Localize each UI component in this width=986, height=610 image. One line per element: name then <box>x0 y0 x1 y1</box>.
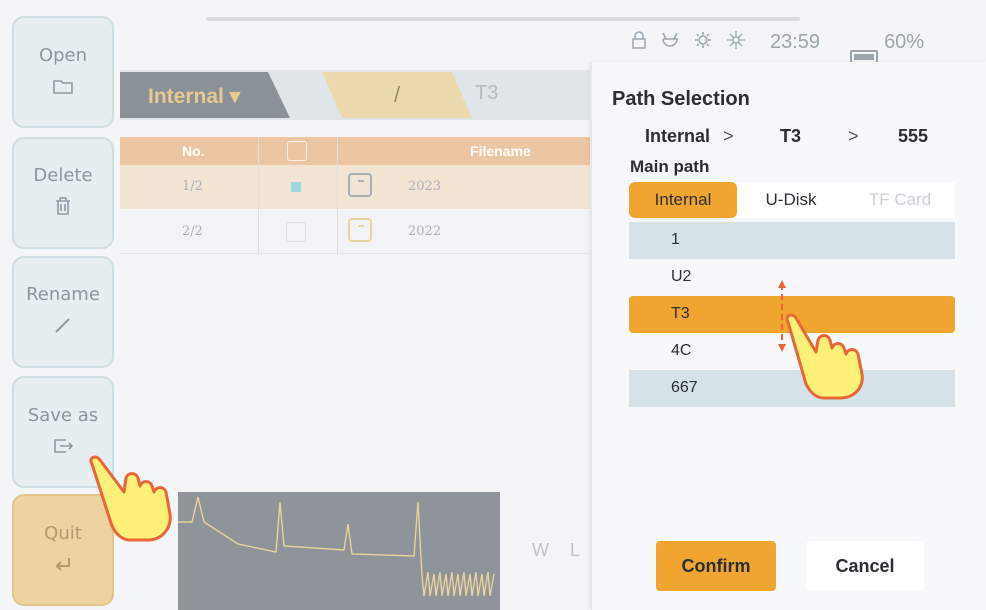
folder-icon <box>52 76 74 100</box>
path-list-item[interactable]: U2 <box>629 259 955 296</box>
col-no: No. <box>182 143 205 159</box>
device-tabs: Internal U-Disk TF Card <box>629 182 955 218</box>
save-as-label: Save as <box>27 404 99 426</box>
row-filename: 2022 <box>408 224 442 239</box>
wl-label: W L <box>532 540 589 560</box>
storage-tab-label: Internal ▾ <box>148 85 241 108</box>
pointing-hand-icon <box>80 452 180 549</box>
pointing-hand-icon <box>778 312 868 407</box>
row-checkbox[interactable] <box>286 222 306 242</box>
confirm-button[interactable]: Confirm <box>656 541 776 591</box>
table-row[interactable]: 2/2 2022 <box>120 210 590 254</box>
table-header: No. Filename <box>120 137 590 165</box>
breadcrumb-separator: > <box>848 126 859 146</box>
battery-percent: 60% <box>884 31 925 53</box>
status-bar: 23:59 60% <box>632 30 925 64</box>
settings-icon <box>694 31 712 54</box>
path-list-item[interactable]: 1 <box>629 222 955 259</box>
open-label: Open <box>38 44 88 66</box>
breadcrumb-item[interactable]: T3 <box>780 126 801 147</box>
breadcrumb: Internal > T3 > 555 <box>592 126 986 150</box>
column-divider <box>258 137 259 255</box>
breadcrumb-separator: > <box>723 126 734 146</box>
cancel-button[interactable]: Cancel <box>806 541 924 591</box>
file-icon <box>348 218 372 242</box>
row-number: 2/2 <box>182 224 203 239</box>
top-divider <box>206 17 800 21</box>
main-path-label: Main path <box>630 157 710 176</box>
storage-tab[interactable]: Internal ▾ <box>120 72 290 118</box>
row-checkbox[interactable] <box>291 182 301 192</box>
row-filename: 2023 <box>408 179 442 194</box>
return-arrow-icon <box>53 554 73 578</box>
rename-button[interactable]: Rename <box>12 256 114 368</box>
col-filename: Filename <box>470 143 531 159</box>
column-divider <box>337 137 338 255</box>
pencil-icon <box>53 315 73 340</box>
battery-indicator: 60% <box>850 31 925 64</box>
file-manager-screen: Open Delete Rename Save as Quit 23:59 60… <box>0 0 986 610</box>
tab-tf-card[interactable]: TF Card <box>845 182 955 218</box>
path-tab[interactable]: / <box>322 72 472 118</box>
select-all-checkbox[interactable] <box>287 141 307 161</box>
dialog-title: Path Selection <box>612 88 750 110</box>
quit-label: Quit <box>44 522 82 544</box>
tab-u-disk[interactable]: U-Disk <box>737 182 845 218</box>
lock-icon <box>632 31 646 54</box>
trash-icon <box>54 196 72 221</box>
breadcrumb-item[interactable]: 555 <box>898 126 928 147</box>
delete-button[interactable]: Delete <box>12 137 114 249</box>
table-row[interactable]: 1/2 2023 <box>120 165 590 209</box>
brightness-icon <box>726 30 746 55</box>
delete-label: Delete <box>33 165 93 186</box>
clock-time: 23:59 <box>770 31 821 53</box>
rename-label: Rename <box>26 284 100 305</box>
breadcrumb-item[interactable]: Internal <box>645 126 710 147</box>
open-button[interactable]: Open <box>12 16 114 128</box>
row-number: 1/2 <box>182 179 203 194</box>
path-tab-label: / <box>393 82 401 107</box>
waveform-preview <box>178 492 500 610</box>
plug-icon <box>660 31 680 54</box>
save-as-icon <box>52 436 74 460</box>
file-icon <box>348 173 372 197</box>
folder-tab[interactable]: T3 <box>475 82 498 105</box>
tab-internal[interactable]: Internal <box>629 182 737 218</box>
